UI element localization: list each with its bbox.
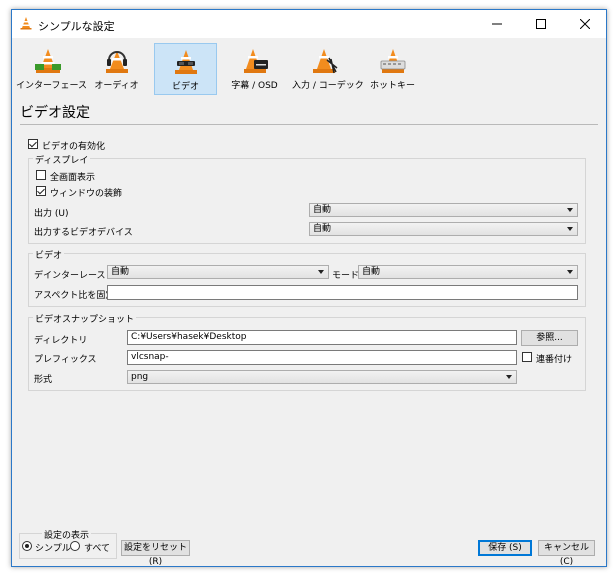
display-group-title: ディスプレイ — [33, 153, 91, 166]
snapshot-format-select[interactable]: png — [127, 370, 517, 384]
aspect-ratio-input[interactable] — [107, 285, 578, 300]
tab-audio[interactable]: オーディオ — [85, 43, 148, 95]
chevron-down-icon — [567, 227, 573, 231]
hotkey-cone-icon — [380, 49, 405, 73]
tab-label: ホットキー — [369, 81, 415, 91]
tab-interface[interactable]: インターフェース — [16, 43, 88, 95]
chevron-down-icon — [506, 375, 512, 379]
category-toolbar: インターフェース オーディオ ビデオ 字幕 / OSD 入力 / コーデック ホ… — [12, 38, 606, 98]
heading-divider — [20, 124, 598, 125]
snapshot-format-label: 形式 — [34, 375, 53, 385]
chevron-down-icon — [318, 270, 324, 274]
show-settings-title: 設定の表示 — [42, 528, 92, 541]
interface-cone-icon — [34, 49, 61, 73]
close-icon — [579, 18, 591, 30]
browse-button[interactable]: 参照... — [521, 330, 578, 346]
minimize-button[interactable] — [475, 10, 519, 38]
all-view-label: すべて — [84, 544, 111, 554]
sequential-numbering-label: 連番付け — [536, 355, 573, 365]
page-title: ビデオ設定 — [20, 105, 90, 121]
reset-settings-button[interactable]: 設定をリセット (R) — [121, 540, 190, 567]
tab-input-codecs[interactable]: 入力 / コーデック — [292, 43, 364, 95]
simple-view-label: シンプル — [35, 544, 71, 554]
enable-video-label: ビデオの有効化 — [42, 142, 106, 152]
video-device-select-value: 自動 — [313, 224, 332, 234]
output-select[interactable]: 自動 — [309, 203, 578, 217]
simple-view-radio[interactable] — [22, 541, 32, 551]
tab-hotkeys[interactable]: ホットキー — [361, 43, 424, 95]
codec-cone-icon — [312, 49, 337, 74]
minimize-icon — [492, 23, 502, 25]
sequential-numbering-checkbox[interactable] — [522, 352, 532, 362]
chevron-down-icon — [567, 270, 573, 274]
tab-subtitles-osd[interactable]: 字幕 / OSD — [223, 43, 286, 95]
window-decorations-checkbox[interactable] — [36, 186, 46, 196]
snapshot-directory-label: ディレクトリ — [34, 336, 88, 346]
deinterlace-select-value: 自動 — [111, 267, 130, 277]
settings-window: シンプルな設定 インターフェース オーディオ ビデオ 字幕 / OSD 入力 /… — [11, 9, 607, 567]
cancel-button[interactable]: キャンセル (C) — [538, 540, 595, 567]
tab-label: インターフェース — [16, 81, 88, 91]
snapshot-format-select-value: png — [131, 372, 149, 382]
snapshot-prefix-label: プレフィックス — [34, 355, 97, 365]
deinterlace-label: デインターレース — [34, 271, 106, 281]
fullscreen-label: 全画面表示 — [50, 173, 96, 183]
headphones-cone-icon — [105, 51, 128, 73]
snapshot-prefix-input[interactable]: vlcsnap- — [127, 350, 517, 365]
aspect-ratio-label: アスペクト比を固定 — [34, 291, 115, 301]
all-view-radio[interactable] — [70, 541, 80, 551]
tab-label: オーディオ — [94, 81, 139, 91]
subtitle-cone-icon — [243, 49, 268, 73]
mode-label: モード — [332, 271, 360, 281]
deinterlace-mode-select[interactable]: 自動 — [358, 265, 578, 279]
chevron-down-icon — [567, 208, 573, 212]
snapshot-group-title: ビデオスナップショット — [33, 312, 137, 325]
vlc-cone-icon — [19, 16, 33, 33]
output-select-value: 自動 — [313, 205, 332, 215]
tab-label: 入力 / コーデック — [292, 81, 364, 91]
close-button[interactable] — [563, 10, 607, 38]
glasses-cone-icon — [174, 50, 197, 74]
deinterlace-select[interactable]: 自動 — [107, 265, 329, 279]
maximize-icon — [536, 19, 546, 29]
window-title: シンプルな設定 — [38, 20, 115, 33]
video-device-select[interactable]: 自動 — [309, 222, 578, 236]
enable-video-checkbox[interactable] — [28, 139, 38, 149]
tab-label: 字幕 / OSD — [231, 81, 278, 91]
window-decorations-label: ウィンドウの装飾 — [50, 189, 123, 199]
video-device-label: 出力するビデオデバイス — [34, 228, 133, 238]
snapshot-directory-input[interactable]: C:¥Users¥hasek¥Desktop — [127, 330, 517, 345]
fullscreen-checkbox[interactable] — [36, 170, 46, 180]
title-bar[interactable]: シンプルな設定 — [12, 10, 606, 38]
tab-label: ビデオ — [171, 82, 199, 92]
tab-video[interactable]: ビデオ — [154, 43, 217, 95]
output-label: 出力 (U) — [34, 209, 69, 219]
video-group-title: ビデオ — [33, 248, 65, 261]
save-button[interactable]: 保存 (S) — [478, 540, 532, 556]
maximize-button[interactable] — [519, 10, 563, 38]
deinterlace-mode-select-value: 自動 — [362, 267, 381, 277]
